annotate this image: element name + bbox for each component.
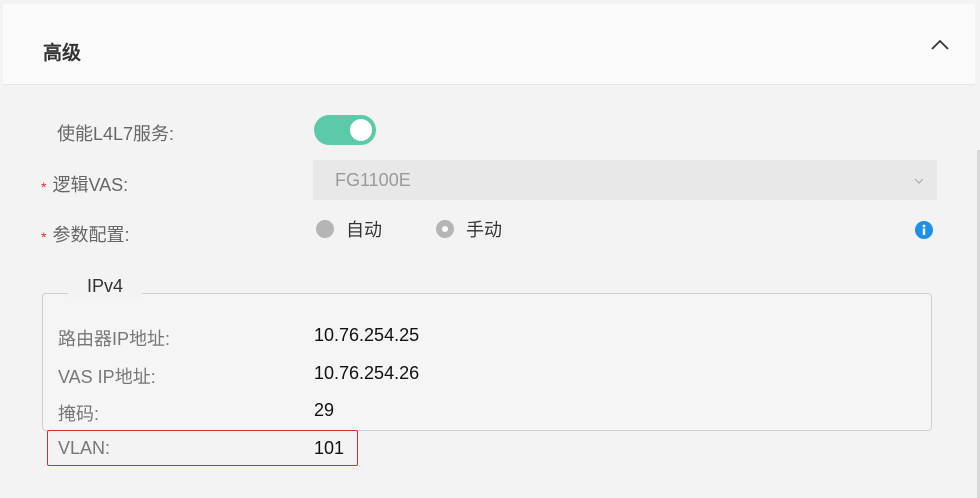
ipv4-legend: IPv4	[68, 268, 142, 298]
router-ip-value: 10.76.254.25	[314, 325, 420, 345]
vlan-label: VLAN:	[58, 438, 111, 458]
vas-ip-label: VAS IP地址:	[58, 367, 156, 387]
toggle-knob	[350, 119, 372, 141]
advanced-panel-header[interactable]: 高级	[3, 4, 975, 85]
mask-label: 掩码:	[58, 404, 100, 424]
required-mark: *	[41, 229, 47, 245]
logical-vas-select[interactable]: FG1100E	[313, 160, 937, 200]
radio-manual[interactable]: 手动	[436, 218, 502, 240]
l4l7-toggle[interactable]	[314, 115, 376, 145]
chevron-up-icon[interactable]	[927, 32, 953, 58]
ipv4-fieldset	[42, 293, 932, 431]
param-config-label: 参数配置:	[52, 225, 130, 245]
logical-vas-label-row: * 逻辑VAS:	[41, 171, 128, 197]
logical-vas-value: FG1100E	[335, 170, 411, 190]
mask-value: 29	[314, 400, 335, 420]
router-ip-label: 路由器IP地址:	[58, 329, 171, 349]
radio-auto[interactable]: 自动	[316, 218, 382, 240]
panel-title: 高级	[43, 43, 82, 64]
info-icon[interactable]	[915, 221, 933, 239]
required-mark: *	[41, 179, 47, 195]
radio-auto-label: 自动	[346, 220, 382, 240]
logical-vas-label: 逻辑VAS:	[52, 175, 129, 195]
l4l7-label: 使能L4L7服务:	[57, 124, 175, 144]
radio-auto-circle	[316, 220, 334, 238]
vlan-value: 101	[314, 438, 345, 458]
radio-manual-circle	[436, 220, 454, 238]
radio-manual-label: 手动	[466, 220, 502, 240]
chevron-down-icon	[913, 174, 925, 186]
param-config-label-row: * 参数配置:	[41, 221, 129, 247]
vas-ip-value: 10.76.254.26	[314, 363, 420, 383]
